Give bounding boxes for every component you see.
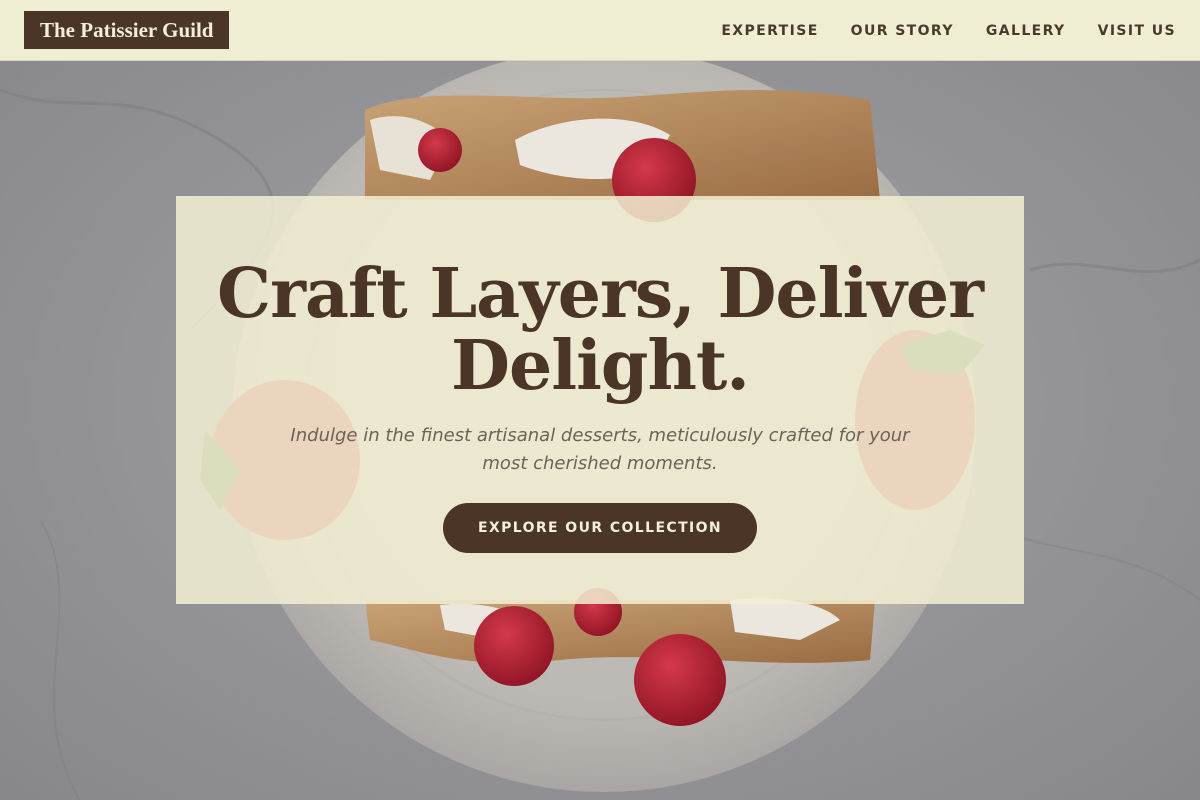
nav-link-visit-us[interactable]: VISIT US [1098,23,1176,39]
hero-subtitle: Indulge in the finest artisanal desserts… [260,422,940,478]
nav-link-gallery[interactable]: GALLERY [986,23,1066,39]
top-navigation-bar: The Patissier Guild EXPERTISE OUR STORY … [0,0,1200,61]
hero-card: Craft Layers, Deliver Delight. Indulge i… [176,196,1024,604]
site-logo[interactable]: The Patissier Guild [24,11,230,49]
nav-link-our-story[interactable]: OUR STORY [851,23,954,39]
nav-link-expertise[interactable]: EXPERTISE [721,23,818,39]
explore-collection-button[interactable]: EXPLORE OUR COLLECTION [443,503,757,553]
main-nav: EXPERTISE OUR STORY GALLERY VISIT US [721,0,1176,61]
hero-headline-line-1: Craft Layers, Deliver [217,254,984,334]
hero-headline-line-2: Delight. [451,326,750,406]
hero-subtitle-line-2: most cherished moments. [482,453,718,474]
hero-headline: Craft Layers, Deliver Delight. [176,258,1024,402]
hero-subtitle-line-1: Indulge in the finest artisanal desserts… [290,425,910,446]
